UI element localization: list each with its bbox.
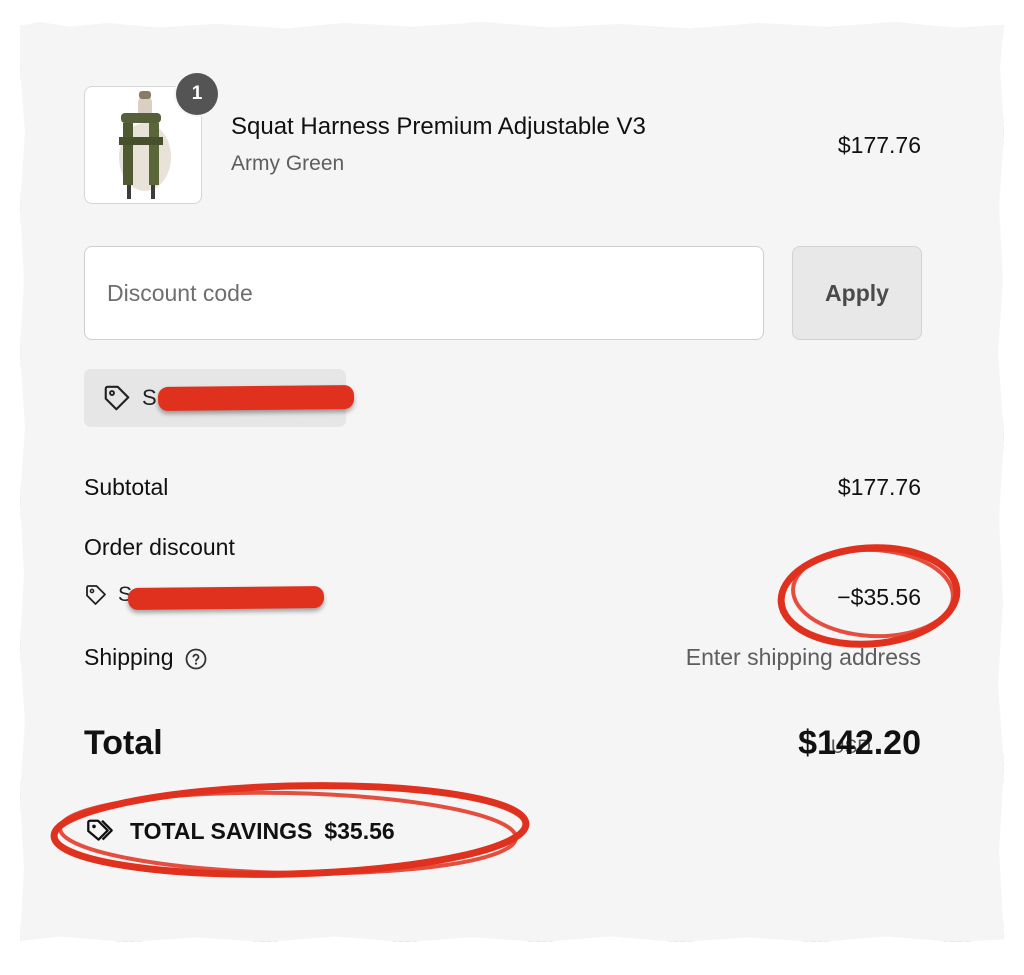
apply-button[interactable]: Apply (792, 246, 922, 340)
order-discount-value: −$35.56 (837, 584, 921, 610)
total-savings: TOTAL SAVINGS $35.56 (86, 816, 395, 846)
redaction-mark (127, 585, 325, 611)
tag-icon (104, 385, 130, 411)
shipping-label: Shipping (84, 644, 208, 671)
quantity-badge: 1 (176, 73, 218, 115)
help-circle-icon[interactable] (184, 647, 208, 671)
product-price: $177.76 (837, 132, 921, 158)
shipping-label-text: Shipping (84, 644, 174, 670)
total-label: Total (84, 724, 163, 762)
subtotal-value: $177.76 (837, 474, 921, 500)
subtotal-label: Subtotal (84, 474, 169, 500)
applied-discount-code: S (142, 385, 157, 410)
tags-icon (87, 819, 113, 841)
discount-code-input[interactable] (84, 246, 764, 340)
total-savings-amount: $35.56 (324, 817, 395, 844)
product-variant: Army Green (231, 152, 345, 175)
total-value: $142.20 (798, 724, 921, 762)
order-discount-code: S (84, 583, 132, 607)
product-name: Squat Harness Premium Adjustable V3 (231, 113, 646, 140)
redaction-mark (157, 384, 355, 412)
shipping-value: Enter shipping address (685, 644, 921, 670)
tag-icon (86, 585, 106, 605)
order-discount-label: Order discount (84, 534, 235, 560)
total-savings-label: TOTAL SAVINGS (130, 817, 313, 844)
